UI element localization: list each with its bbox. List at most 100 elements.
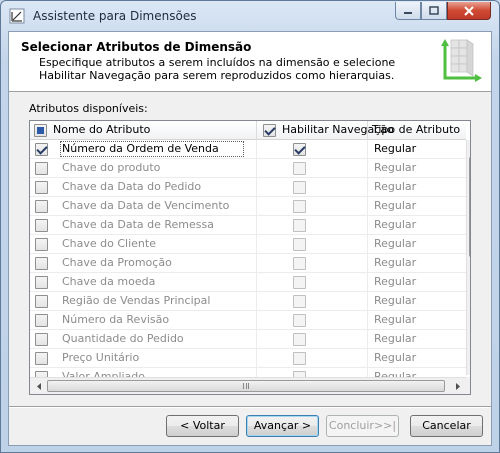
browse-checkbox xyxy=(293,295,306,308)
table-row[interactable]: Chave da Data do Pedido Regular xyxy=(30,178,466,197)
browse-checkbox xyxy=(293,352,306,365)
attribute-type[interactable]: Regular xyxy=(374,159,416,178)
browse-cell xyxy=(257,235,368,254)
vertical-scroll-thumb[interactable] xyxy=(469,157,470,257)
browse-cell xyxy=(257,292,368,311)
scroll-left-button[interactable] xyxy=(30,378,47,394)
column-header-type[interactable]: Tipo de Atributo xyxy=(368,121,466,140)
include-checkbox[interactable] xyxy=(35,162,48,175)
attribute-name: Quantidade do Pedido xyxy=(62,330,257,349)
grip-icon xyxy=(243,383,249,389)
include-checkbox[interactable] xyxy=(35,314,48,327)
title-bar[interactable]: Assistente para Dimensões xyxy=(1,1,499,31)
table-row[interactable]: Região de Vendas Principal Regular xyxy=(30,292,466,311)
dimension-wizard-icon xyxy=(9,8,25,24)
maximize-button[interactable] xyxy=(421,2,447,20)
attribute-type[interactable]: Regular xyxy=(374,349,416,368)
next-button[interactable]: Avançar > xyxy=(246,415,319,437)
cancel-button[interactable]: Cancelar xyxy=(410,415,483,437)
table-row[interactable]: Chave da Data de Remessa Regular xyxy=(30,216,466,235)
browse-checkbox xyxy=(293,162,306,175)
browse-cell xyxy=(257,273,368,292)
attribute-name: Número da Revisão xyxy=(62,311,257,330)
browse-checkbox xyxy=(293,181,306,194)
browse-cell xyxy=(257,216,368,235)
wizard-window: Assistente para Dimensões Selecionar Atr… xyxy=(0,0,500,453)
scroll-up-button[interactable] xyxy=(467,140,470,157)
attribute-name: Número da Ordem de Venda xyxy=(62,140,257,159)
column-header-browse[interactable]: Habilitar Navegação xyxy=(257,121,394,140)
attribute-type[interactable]: Regular xyxy=(374,140,416,159)
include-checkbox[interactable] xyxy=(35,295,48,308)
include-checkbox[interactable] xyxy=(35,238,48,251)
table-row[interactable]: Chave da moeda Regular xyxy=(30,273,466,292)
attribute-type[interactable]: Regular xyxy=(374,330,416,349)
include-checkbox[interactable] xyxy=(35,333,48,346)
include-checkbox[interactable] xyxy=(35,257,48,270)
select-all-checkbox[interactable] xyxy=(34,124,47,137)
horizontal-scroll-thumb[interactable] xyxy=(47,380,445,392)
attributes-grid[interactable]: Nome do Atributo Habilitar Navegação Tip… xyxy=(29,120,471,395)
grid-rows: Número da Ordem de Venda Regular Chave d… xyxy=(30,140,466,387)
include-checkbox[interactable] xyxy=(35,200,48,213)
window-title: Assistente para Dimensões xyxy=(33,9,197,23)
table-row[interactable]: Preço Unitário Regular xyxy=(30,349,466,368)
close-button[interactable] xyxy=(447,2,491,20)
browse-cell xyxy=(257,159,368,178)
attribute-type[interactable]: Regular xyxy=(374,273,416,292)
include-checkbox[interactable] xyxy=(35,219,48,232)
include-checkbox[interactable] xyxy=(35,143,48,156)
table-row[interactable]: Chave do Cliente Regular xyxy=(30,235,466,254)
browse-cell xyxy=(257,330,368,349)
minimize-icon xyxy=(404,11,412,14)
table-row[interactable]: Chave da Promoção Regular xyxy=(30,254,466,273)
browse-checkbox xyxy=(293,276,306,289)
minimize-button[interactable] xyxy=(395,2,421,20)
attribute-type[interactable]: Regular xyxy=(374,292,416,311)
table-row[interactable]: Chave do produto Regular xyxy=(30,159,466,178)
attribute-type[interactable]: Regular xyxy=(374,216,416,235)
footer-separator xyxy=(9,406,491,408)
table-row[interactable]: Chave da Data de Vencimento Regular xyxy=(30,197,466,216)
browse-checkbox xyxy=(293,333,306,346)
table-row[interactable]: Número da Revisão Regular xyxy=(30,311,466,330)
back-button[interactable]: < Voltar xyxy=(166,415,239,437)
attribute-name: Preço Unitário xyxy=(62,349,257,368)
column-header-name[interactable]: Nome do Atributo xyxy=(30,121,257,140)
attribute-type[interactable]: Regular xyxy=(374,235,416,254)
scroll-right-button[interactable] xyxy=(449,378,466,394)
maximize-icon xyxy=(429,6,439,15)
browse-cell xyxy=(257,349,368,368)
page-description: Especifique atributos a serem incluídos … xyxy=(39,56,396,82)
browse-checkbox xyxy=(293,200,306,213)
horizontal-scrollbar[interactable] xyxy=(30,377,466,394)
wizard-header: Selecionar Atributos de Dimensão Especif… xyxy=(9,32,491,92)
browse-cell xyxy=(257,197,368,216)
browse-checkbox xyxy=(293,219,306,232)
column-header-type-label: Tipo de Atributo xyxy=(372,123,461,136)
page-title: Selecionar Atributos de Dimensão xyxy=(21,40,252,54)
scroll-down-button[interactable] xyxy=(467,358,470,375)
table-row[interactable]: Número da Ordem de Venda Regular xyxy=(30,140,466,159)
include-checkbox[interactable] xyxy=(35,352,48,365)
attribute-type[interactable]: Regular xyxy=(374,311,416,330)
vertical-scrollbar[interactable] xyxy=(466,140,470,375)
finish-button: Concluir>>| xyxy=(326,415,399,437)
browse-checkbox xyxy=(293,238,306,251)
include-checkbox[interactable] xyxy=(35,181,48,194)
include-checkbox[interactable] xyxy=(35,276,48,289)
scrollbar-corner xyxy=(466,377,470,394)
attribute-type[interactable]: Regular xyxy=(374,178,416,197)
arrow-left-icon xyxy=(36,383,41,390)
attribute-name: Chave do Cliente xyxy=(62,235,257,254)
browse-cell xyxy=(257,140,368,159)
attribute-type[interactable]: Regular xyxy=(374,197,416,216)
browse-checkbox[interactable] xyxy=(293,143,306,156)
browse-all-checkbox[interactable] xyxy=(263,124,276,137)
browse-cell xyxy=(257,178,368,197)
browse-checkbox xyxy=(293,314,306,327)
attribute-name: Chave do produto xyxy=(62,159,257,178)
table-row[interactable]: Quantidade do Pedido Regular xyxy=(30,330,466,349)
attribute-type[interactable]: Regular xyxy=(374,254,416,273)
dimension-cube-icon xyxy=(441,39,482,82)
